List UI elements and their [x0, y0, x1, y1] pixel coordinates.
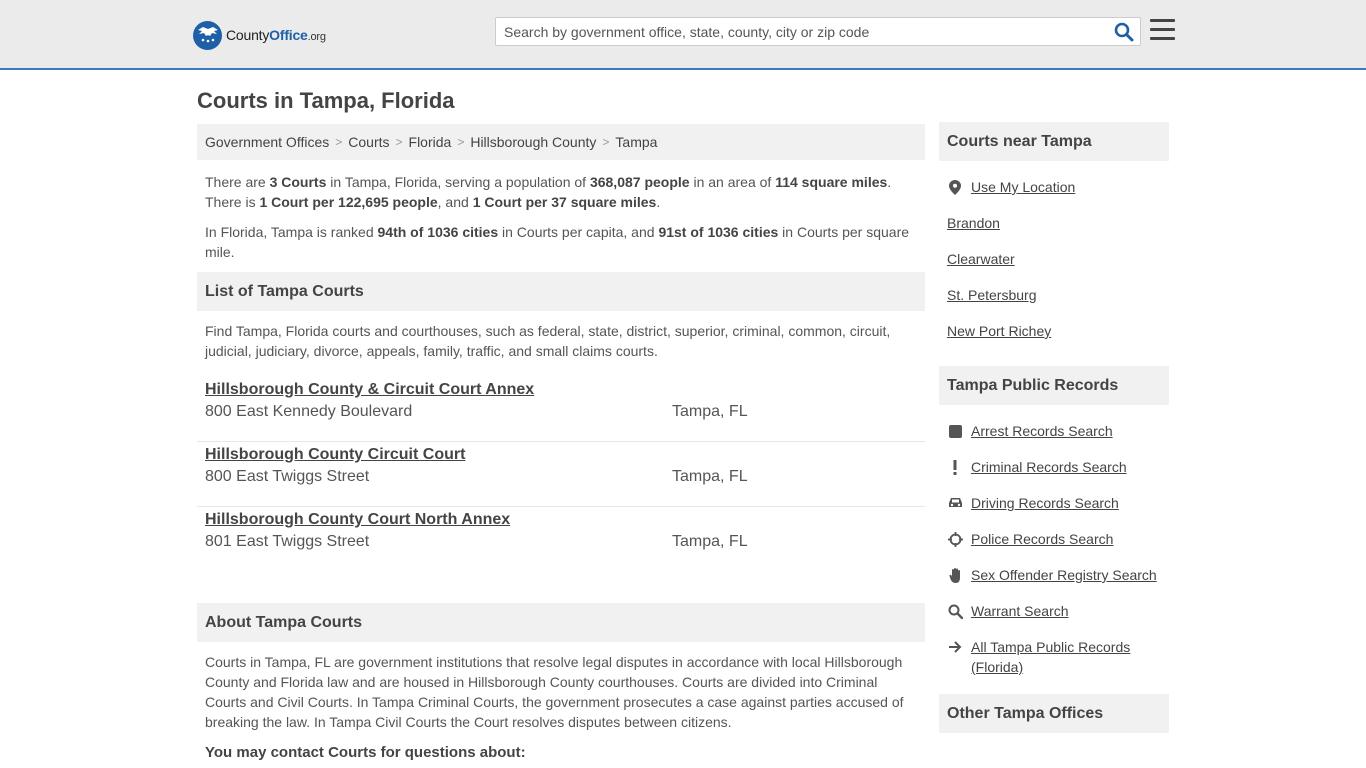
logo-wordmark: CountyOffice.org: [226, 27, 326, 43]
sidebar-item-clearwater[interactable]: Clearwater: [947, 241, 1161, 277]
search-icon: [1114, 22, 1134, 42]
sidebar-item-driving-records[interactable]: Driving Records Search: [947, 485, 1161, 521]
list-section-description: Find Tampa, Florida courts and courthous…: [205, 323, 891, 359]
sidebar-item-police-records[interactable]: Police Records Search: [947, 521, 1161, 557]
intro-ranking: In Florida, Tampa is ranked 94th of 1036…: [205, 224, 910, 260]
about-section-heading: About Tampa Courts: [197, 603, 925, 642]
arrow-right-icon: [947, 639, 963, 655]
police-records-link[interactable]: Police Records Search: [971, 529, 1113, 549]
criminal-records-link[interactable]: Criminal Records Search: [971, 457, 1127, 477]
court-address: 801 East Twiggs Street: [205, 533, 370, 550]
intro-text: There are 3 Courts in Tampa, Florida, se…: [197, 160, 925, 262]
sidebar-item-arrest-records[interactable]: Arrest Records Search: [947, 413, 1161, 449]
sidebar: Courts near Tampa Use My Location Brando…: [939, 122, 1169, 733]
sidebar-item-sex-offender-registry[interactable]: Sex Offender Registry Search: [947, 557, 1161, 593]
search-button[interactable]: [1114, 22, 1134, 42]
nearby-courts-heading: Courts near Tampa: [939, 122, 1169, 161]
court-city: Tampa, FL: [672, 403, 748, 420]
warrant-search-link[interactable]: Warrant Search: [971, 601, 1069, 621]
court-list-item: Hillsborough County Court North Annex 80…: [197, 507, 925, 572]
car-icon: [947, 495, 963, 511]
arrest-records-link[interactable]: Arrest Records Search: [971, 421, 1113, 441]
sex-offender-registry-link[interactable]: Sex Offender Registry Search: [971, 565, 1157, 585]
breadcrumb-courts[interactable]: Courts: [348, 134, 389, 150]
square-icon: [947, 423, 963, 439]
court-list-item: Hillsborough County Circuit Court 800 Ea…: [197, 442, 925, 507]
magnifier-icon: [947, 603, 963, 619]
driving-records-link[interactable]: Driving Records Search: [971, 493, 1119, 513]
nearby-city-link[interactable]: St. Petersburg: [947, 285, 1037, 305]
court-name-link[interactable]: Hillsborough County Circuit Court: [205, 442, 917, 466]
use-my-location-link[interactable]: Use My Location: [971, 177, 1075, 197]
breadcrumb-separator: >: [602, 135, 610, 149]
nearby-city-link[interactable]: New Port Richey: [947, 321, 1051, 341]
sidebar-item-st-petersburg[interactable]: St. Petersburg: [947, 277, 1161, 313]
contact-heading: You may contact Courts for questions abo…: [205, 744, 526, 761]
court-name-link[interactable]: Hillsborough County & Circuit Court Anne…: [205, 377, 917, 401]
search-bar: [495, 17, 1141, 46]
intro-stats: There are 3 Courts in Tampa, Florida, se…: [205, 174, 892, 210]
public-records-list: Arrest Records Search Criminal Records S…: [939, 405, 1169, 691]
breadcrumb-separator: >: [395, 135, 403, 149]
breadcrumb-separator: >: [457, 135, 465, 149]
site-header: CountyOffice.org: [0, 0, 1366, 70]
nearby-city-link[interactable]: Brandon: [947, 213, 1000, 233]
sidebar-item-criminal-records[interactable]: Criminal Records Search: [947, 449, 1161, 485]
other-offices-heading: Other Tampa Offices: [939, 694, 1169, 733]
sidebar-item-warrant-search[interactable]: Warrant Search: [947, 593, 1161, 629]
court-address: 800 East Kennedy Boulevard: [205, 403, 413, 420]
breadcrumb-hillsborough-county[interactable]: Hillsborough County: [470, 134, 596, 150]
page-title: Courts in Tampa, Florida: [197, 88, 455, 113]
all-public-records-link[interactable]: All Tampa Public Records (Florida): [971, 637, 1161, 677]
sidebar-item-use-my-location[interactable]: Use My Location: [947, 169, 1161, 205]
nearby-courts-list: Use My Location Brandon Clearwater St. P…: [939, 161, 1169, 363]
court-list: Hillsborough County & Circuit Court Anne…: [197, 377, 925, 572]
public-records-heading: Tampa Public Records: [939, 366, 1169, 405]
location-pin-icon: [947, 179, 963, 195]
sidebar-item-all-public-records[interactable]: All Tampa Public Records (Florida): [947, 629, 1161, 677]
court-list-item: Hillsborough County & Circuit Court Anne…: [197, 377, 925, 442]
breadcrumb-florida[interactable]: Florida: [409, 134, 452, 150]
sidebar-item-new-port-richey[interactable]: New Port Richey: [947, 313, 1161, 349]
site-logo[interactable]: CountyOffice.org: [193, 20, 326, 50]
breadcrumb: Government Offices > Courts > Florida > …: [197, 124, 925, 160]
court-address: 800 East Twiggs Street: [205, 468, 370, 485]
breadcrumb-government-offices[interactable]: Government Offices: [205, 134, 329, 150]
exclamation-icon: [947, 459, 963, 475]
eagle-seal-icon: [193, 20, 222, 50]
sidebar-item-brandon[interactable]: Brandon: [947, 205, 1161, 241]
crosshair-icon: [947, 531, 963, 547]
court-city: Tampa, FL: [672, 533, 748, 550]
search-input[interactable]: [496, 18, 1096, 45]
breadcrumb-separator: >: [335, 135, 343, 149]
about-section-description: Courts in Tampa, FL are government insti…: [205, 654, 904, 730]
nearby-city-link[interactable]: Clearwater: [947, 249, 1015, 269]
breadcrumb-tampa[interactable]: Tampa: [615, 134, 657, 150]
main-content: Government Offices > Courts > Florida > …: [197, 124, 925, 761]
court-city: Tampa, FL: [672, 468, 748, 485]
list-section-heading: List of Tampa Courts: [197, 272, 925, 311]
court-name-link[interactable]: Hillsborough County Court North Annex: [205, 507, 917, 531]
hand-icon: [947, 567, 963, 583]
hamburger-menu-button[interactable]: [1150, 19, 1175, 41]
